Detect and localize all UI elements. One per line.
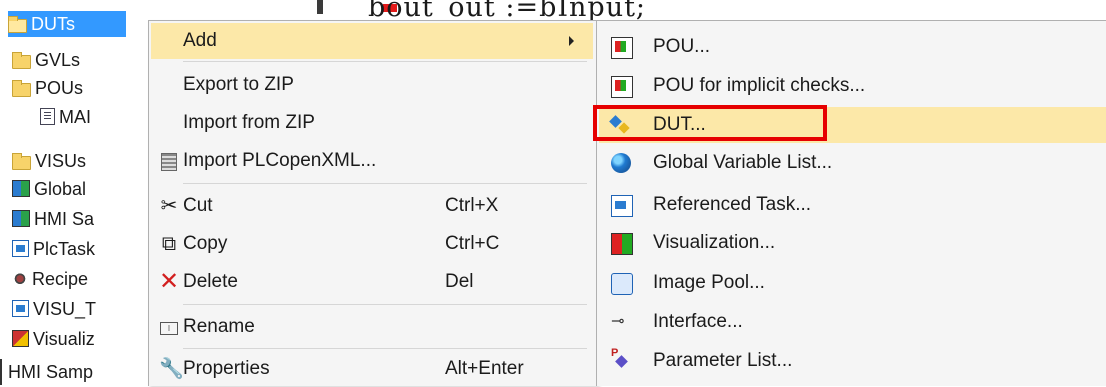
tree-item-label: PlcTask — [33, 239, 96, 259]
submenu-arrow-icon — [569, 36, 574, 46]
submenu-item-parameter-list[interactable]: Parameter List... — [599, 343, 1106, 379]
menu-item-copy[interactable]: ⧉ Copy Ctrl+C — [151, 226, 593, 262]
submenu-item-visualization[interactable]: Visualization... — [599, 225, 1106, 261]
tree-item-visu-task[interactable]: VISU_T — [12, 296, 96, 322]
tree-item-main[interactable]: MAI — [40, 104, 91, 130]
menu-item-properties[interactable]: 🔧 Properties Alt+Enter — [151, 351, 593, 387]
tree-item-label: Recipe — [32, 269, 89, 289]
menu-item-label: Properties — [183, 358, 270, 379]
tree-item-label: MAI — [59, 107, 92, 127]
copy-icon: ⧉ — [161, 233, 177, 255]
hmi-icon — [12, 210, 30, 227]
menu-item-label: Rename — [183, 316, 255, 337]
globe-icon — [611, 153, 631, 173]
menu-item-label: Import PLCopenXML... — [183, 150, 377, 171]
tree-item-hmi-sample-root[interactable]: HMI Samp — [0, 359, 93, 385]
pou-icon — [611, 76, 633, 98]
menu-item-add[interactable]: Add — [151, 23, 593, 59]
folder-icon — [12, 52, 31, 69]
visualization-icon — [12, 330, 29, 347]
parameter-list-icon — [611, 347, 631, 371]
submenu-item-label: Global Variable List... — [653, 152, 833, 173]
visualization-icon — [611, 233, 633, 255]
tree-item-label: Global — [34, 179, 87, 199]
submenu-item-label: Parameter List... — [653, 350, 793, 371]
submenu-item-image-pool[interactable]: Image Pool... — [599, 265, 1106, 301]
tree-item-label: VISU_T — [33, 299, 97, 319]
scissors-icon: ✂ — [160, 195, 178, 217]
submenu-item-label: Visualization... — [653, 232, 776, 253]
rename-icon: I — [159, 317, 179, 337]
menu-separator — [183, 304, 587, 305]
tree-item-label: POUs — [35, 78, 84, 98]
menu-item-delete[interactable]: ✕ Delete Del — [151, 264, 593, 300]
editor-breakpoint-marker — [317, 0, 323, 14]
submenu-item-label: POU for implicit checks... — [653, 75, 866, 96]
referenced-task-icon — [611, 195, 633, 217]
pou-icon — [611, 37, 633, 59]
menu-item-rename[interactable]: I Rename — [151, 309, 593, 345]
menu-item-cut[interactable]: ✂ Cut Ctrl+X — [151, 188, 593, 224]
tree-item-label: HMI Samp — [8, 362, 94, 382]
add-submenu: POU... POU for implicit checks... DUT...… — [593, 20, 1106, 386]
menu-item-shortcut: Alt+Enter — [445, 358, 524, 379]
submenu-item-gvl[interactable]: Global Variable List... — [599, 145, 1106, 181]
menu-item-import-zip[interactable]: Import from ZIP — [151, 105, 593, 141]
menu-separator — [183, 348, 587, 349]
wrench-icon: 🔧 — [159, 358, 184, 380]
menu-item-import-plcopenxml[interactable]: Import PLCopenXML... — [151, 143, 593, 179]
global-vars-icon — [12, 180, 30, 197]
folder-icon — [12, 153, 31, 170]
tree-item-visualization[interactable]: Visualiz — [12, 326, 95, 352]
submenu-item-pou-implicit[interactable]: POU for implicit checks... — [599, 68, 1106, 104]
tree-item-label: GVLs — [35, 50, 81, 70]
tree-item-hmi-sample[interactable]: HMI Sa — [12, 206, 94, 232]
tree-item-label: Visualiz — [33, 329, 95, 349]
submenu-item-pou[interactable]: POU... — [599, 29, 1106, 65]
tree-item-visus[interactable]: VISUs — [12, 148, 86, 174]
menu-separator — [183, 183, 587, 184]
menu-item-shortcut: Ctrl+C — [445, 233, 500, 254]
folder-icon — [8, 16, 27, 33]
import-xml-icon — [159, 151, 179, 171]
tree-item-gvls[interactable]: GVLs — [12, 47, 80, 73]
menu-item-label: Import from ZIP — [183, 112, 315, 133]
folder-open-icon — [12, 80, 31, 97]
task-icon — [12, 300, 29, 317]
menu-item-shortcut: Ctrl+X — [445, 195, 499, 216]
menu-item-label: Cut — [183, 195, 213, 216]
tree-item-label: VISUs — [35, 151, 87, 171]
interface-icon: ⊸ — [611, 313, 625, 330]
tree-item-pous[interactable]: POUs — [12, 75, 83, 101]
menu-item-label: Copy — [183, 233, 228, 254]
image-pool-icon — [611, 273, 633, 295]
program-icon — [40, 108, 55, 125]
recipe-icon — [12, 272, 28, 287]
submenu-item-label: Image Pool... — [653, 272, 765, 293]
task-icon — [12, 240, 29, 257]
project-tree: DUTs GVLs POUs MAI VISUs Global HMI Sa P… — [0, 0, 160, 385]
menu-item-label: Export to ZIP — [183, 74, 294, 95]
red-highlight-box — [593, 105, 827, 141]
submenu-item-label: Referenced Task... — [653, 194, 812, 215]
menu-separator — [183, 61, 587, 62]
submenu-item-dut[interactable]: DUT... — [593, 105, 1106, 143]
context-menu: Add Export to ZIP Import from ZIP Import… — [148, 20, 598, 386]
tree-item-global[interactable]: Global — [12, 176, 86, 202]
menu-item-label: Add — [183, 30, 217, 51]
menu-item-label: Delete — [183, 271, 238, 292]
menu-item-export-zip[interactable]: Export to ZIP — [151, 67, 593, 103]
tree-item-plctask[interactable]: PlcTask — [12, 236, 95, 262]
delete-x-icon: ✕ — [159, 268, 180, 295]
tree-item-duts[interactable]: DUTs — [8, 11, 126, 37]
submenu-item-referenced-task[interactable]: Referenced Task... — [599, 187, 1106, 223]
tree-item-label: DUTs — [31, 14, 75, 34]
tree-item-label: HMI Sa — [34, 209, 95, 229]
menu-item-shortcut: Del — [445, 271, 474, 292]
submenu-item-interface[interactable]: ⊸ Interface... — [599, 304, 1106, 340]
submenu-item-label: POU... — [653, 36, 711, 57]
submenu-item-label: Interface... — [653, 311, 743, 332]
tree-item-recipe[interactable]: Recipe — [12, 266, 88, 292]
